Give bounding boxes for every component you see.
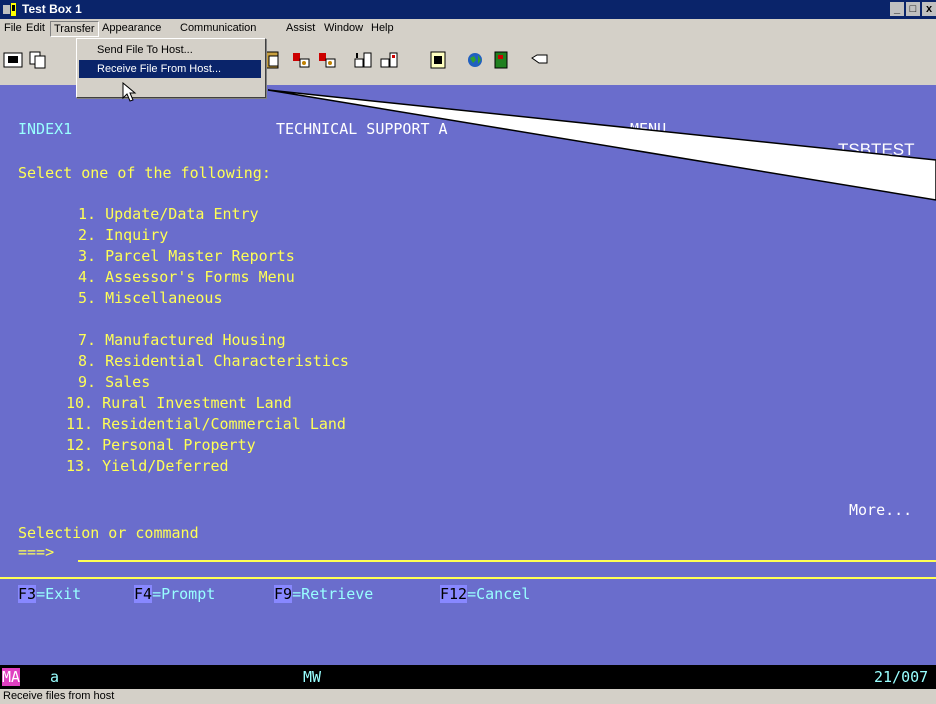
command-input[interactable] <box>78 560 936 562</box>
menu-communication[interactable]: Communication <box>180 22 256 34</box>
more-indicator: More... <box>849 501 913 519</box>
title-bar: Test Box 1 _ □ x <box>0 0 936 19</box>
menu-help[interactable]: Help <box>371 22 394 34</box>
send-file-icon[interactable] <box>352 49 374 71</box>
program-name: INDEX1 <box>18 120 73 138</box>
menu-option: 5. Miscellaneous <box>78 289 223 307</box>
menu-bar: File Edit Transfer Appearance Communicat… <box>0 19 936 39</box>
menu-option: 11. Residential/Commercial Land <box>66 415 346 433</box>
window-title: Test Box 1 <box>22 2 82 16</box>
transfer-menu: Send File To Host... Receive File From H… <box>76 38 266 98</box>
status-bar: Receive files from host <box>0 689 936 704</box>
menu-option: 2. Inquiry <box>78 226 169 244</box>
oia-mw: MW <box>303 668 322 686</box>
book-icon[interactable] <box>490 49 512 71</box>
menu-edit[interactable]: Edit <box>26 22 45 34</box>
send-file-to-host-item[interactable]: Send File To Host... <box>79 41 261 59</box>
system-name: TSBTEST <box>838 140 915 159</box>
screen-title-tail: MENU <box>630 120 667 138</box>
menu-option: 12. Personal Property <box>66 436 256 454</box>
cursor-position: 21/007 <box>874 668 929 686</box>
separator-line <box>0 577 936 579</box>
oia-line: MA a MW 21/007 <box>0 665 936 689</box>
menu-file[interactable]: File <box>4 22 22 34</box>
screen-title: TECHNICAL SUPPORT A <box>276 120 448 138</box>
menu-option: 13. Yield/Deferred <box>66 457 229 475</box>
oia-mode: MA <box>2 668 21 686</box>
receive-file-from-host-item[interactable]: Receive File From Host... <box>79 60 261 78</box>
app-icon[interactable] <box>3 3 18 16</box>
status-text: Receive files from host <box>3 690 115 702</box>
close-button[interactable]: x <box>922 2 936 16</box>
command-arrow: ===> <box>18 543 55 561</box>
play-macro-icon[interactable] <box>316 49 338 71</box>
oia-field: a <box>50 668 60 686</box>
menu-window[interactable]: Window <box>324 22 363 34</box>
record-macro-icon[interactable] <box>290 49 312 71</box>
menu-option: 3. Parcel Master Reports <box>78 247 295 265</box>
hand-icon[interactable] <box>529 49 551 71</box>
command-label: Selection or command <box>18 524 199 542</box>
fkey-f3[interactable]: F3=Exit <box>18 585 81 603</box>
menu-transfer[interactable]: Transfer <box>50 21 99 37</box>
menu-option: 9. Sales <box>78 373 151 391</box>
fkey-f9[interactable]: F9=Retrieve <box>274 585 373 603</box>
mouse-pointer-icon <box>122 82 137 102</box>
maximize-button[interactable]: □ <box>906 2 920 16</box>
menu-option: 4. Assessor's Forms Menu <box>78 268 295 286</box>
terminal-screen[interactable]: INDEX1 TECHNICAL SUPPORT A MENU TSBTEST … <box>0 85 936 665</box>
globe-icon[interactable] <box>464 49 486 71</box>
receive-file-icon[interactable] <box>378 49 400 71</box>
menu-option: 7. Manufactured Housing <box>78 331 286 349</box>
menu-appearance[interactable]: Appearance <box>102 22 161 34</box>
fkey-f4[interactable]: F4=Prompt <box>134 585 215 603</box>
menu-assist[interactable]: Assist <box>286 22 315 34</box>
copy-icon[interactable] <box>27 49 49 71</box>
menu-option: 10. Rural Investment Land <box>66 394 292 412</box>
fkey-f12[interactable]: F12=Cancel <box>440 585 530 603</box>
menu-option: 1. Update/Data Entry <box>78 205 259 223</box>
print-screen-icon[interactable] <box>2 49 24 71</box>
menu-option: 8. Residential Characteristics <box>78 352 349 370</box>
clipboard-icon[interactable] <box>427 49 449 71</box>
minimize-button[interactable]: _ <box>890 2 904 16</box>
instruction-text: Select one of the following: <box>18 164 271 182</box>
